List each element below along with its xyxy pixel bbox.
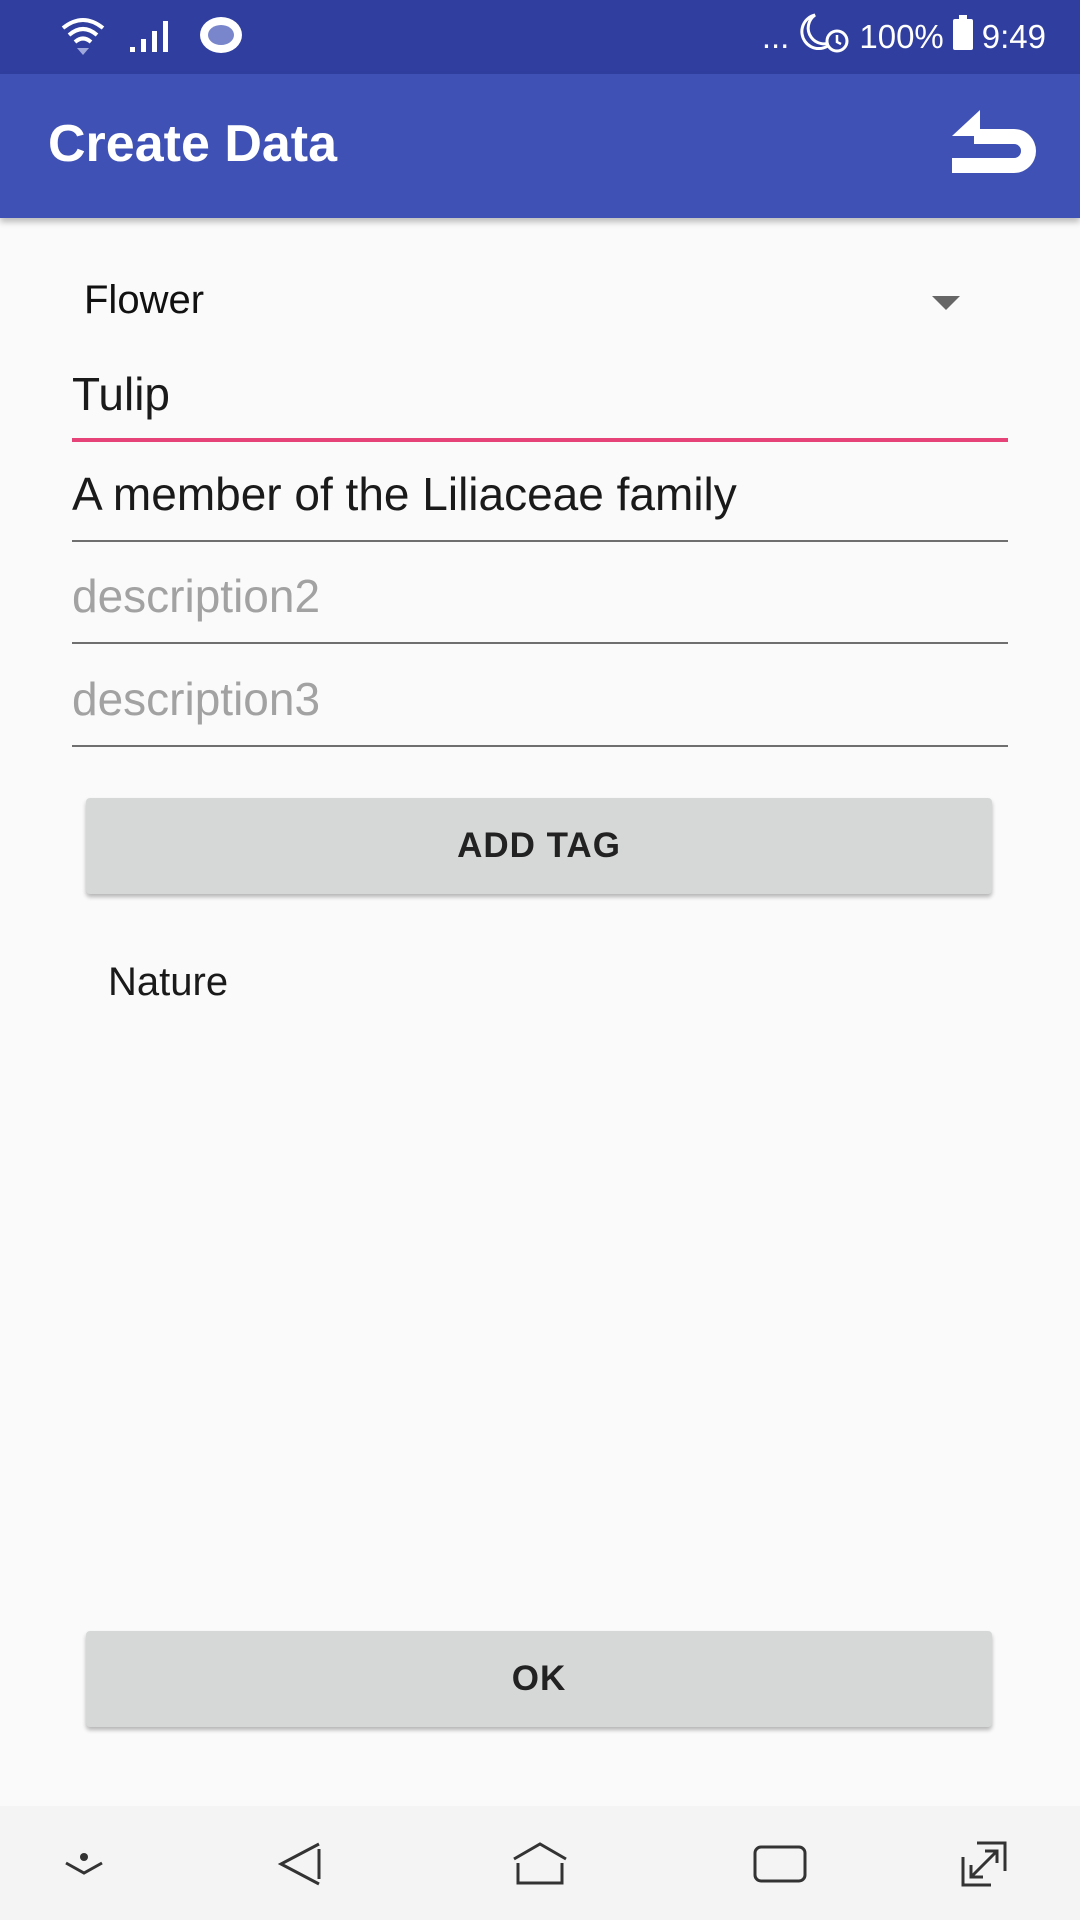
description2-underline <box>72 642 1008 644</box>
rotate-nav-button[interactable] <box>944 1824 1024 1904</box>
hide-keyboard-button[interactable] <box>44 1824 124 1904</box>
name-input[interactable] <box>72 356 1008 432</box>
do-not-disturb-icon <box>797 11 851 63</box>
navigation-bar <box>0 1806 1080 1920</box>
add-tag-button[interactable]: ADD TAG <box>86 798 992 894</box>
home-icon <box>513 1842 567 1885</box>
ok-button[interactable]: OK <box>86 1631 992 1727</box>
name-field[interactable] <box>72 356 1008 442</box>
description3-input[interactable] <box>72 661 1008 737</box>
status-bar: ... 100% 9:49 <box>0 0 1080 74</box>
description3-underline <box>72 745 1008 747</box>
status-right-icons: ... 100% 9:49 <box>762 12 1046 62</box>
page-title: Create Data <box>48 115 338 173</box>
description1-input[interactable] <box>72 456 1008 532</box>
recents-icon <box>753 1845 807 1883</box>
back-nav-button[interactable] <box>260 1824 340 1904</box>
status-time: 9:49 <box>981 18 1046 55</box>
rotate-icon <box>961 1841 1007 1887</box>
hide-keyboard-icon <box>65 1853 103 1875</box>
name-field-underline <box>72 438 1008 442</box>
wifi-icon <box>60 15 106 60</box>
home-nav-button[interactable] <box>500 1824 580 1904</box>
undo-arrow-icon <box>952 110 1036 173</box>
sync-icon <box>198 15 244 60</box>
category-dropdown[interactable]: Flower <box>72 266 992 338</box>
description1-underline <box>72 540 1008 542</box>
app-bar: Create Data <box>0 74 1080 218</box>
dropdown-arrow-icon <box>932 296 960 310</box>
create-data-screen: ... 100% 9:49 Create Data Flower Tulip A… <box>0 0 1080 1920</box>
tag-list-item[interactable]: Nature <box>108 960 228 1005</box>
status-left-icons <box>60 12 244 62</box>
category-selected-value: Flower <box>84 278 205 322</box>
undo-button[interactable] <box>950 102 1050 192</box>
description3-field[interactable] <box>72 661 1008 747</box>
back-icon <box>277 1842 321 1886</box>
battery-icon <box>952 15 974 59</box>
battery-percent: 100% <box>859 18 944 55</box>
description2-field[interactable] <box>72 558 1008 644</box>
status-dots: ... <box>761 18 790 55</box>
description1-field[interactable] <box>72 456 1008 542</box>
description2-input[interactable] <box>72 558 1008 634</box>
recents-nav-button[interactable] <box>740 1824 820 1904</box>
signal-icon <box>128 17 176 58</box>
